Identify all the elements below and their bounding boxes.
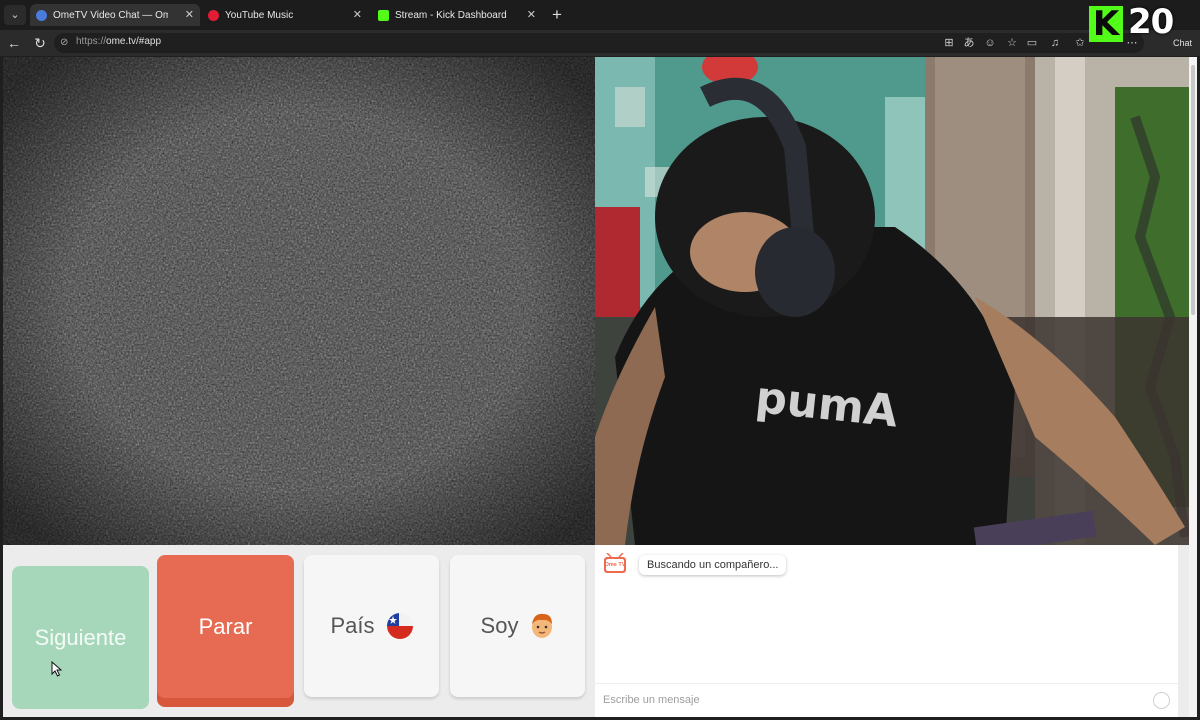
boy-emoji-icon — [530, 613, 554, 639]
stop-button[interactable]: Parar — [157, 555, 294, 698]
copilot-chat-button[interactable]: Chat — [1173, 38, 1192, 48]
kick-favicon-icon — [378, 9, 389, 21]
tab-title: YouTube Music — [225, 9, 294, 21]
svg-text:Ome TV: Ome TV — [605, 562, 626, 568]
stop-button-label: Parar — [198, 613, 253, 639]
viewer-counter: 20 — [1128, 2, 1174, 42]
page-scrollbar[interactable] — [1189, 57, 1197, 717]
favorite-star-icon[interactable]: ☆ — [1005, 36, 1019, 50]
media-icon[interactable]: ♫ — [1048, 36, 1062, 50]
chile-flag-icon — [386, 613, 413, 639]
next-button-label: Siguiente — [34, 624, 127, 650]
tab-kick-dashboard[interactable]: Stream - Kick Dashboard ✕ — [372, 4, 542, 26]
close-tab-icon[interactable]: ✕ — [353, 8, 362, 21]
chat-panel: Ome TV Buscando un compañero... Escribe … — [595, 545, 1178, 717]
back-icon[interactable]: ← — [5, 34, 23, 52]
tab-strip: ⌄ OmeTV Video Chat — Omegl ✕ YouTube Mus… — [0, 0, 1200, 30]
mouse-cursor-icon — [51, 661, 63, 677]
tab-menu-icon[interactable]: ⌄ — [4, 5, 26, 25]
smile-icon[interactable] — [1153, 692, 1170, 709]
scrollbar-thumb[interactable] — [1191, 65, 1195, 315]
tab-title: OmeTV Video Chat — Omegl — [53, 9, 168, 21]
tab-ometv[interactable]: OmeTV Video Chat — Omegl ✕ — [30, 4, 200, 26]
message-input-placeholder: Escribe un mensaje — [603, 694, 700, 706]
translate-icon[interactable]: あ — [962, 36, 976, 50]
ometv-page: pumA Siguiente Parar País Soy Ome TV Bus… — [3, 57, 1197, 717]
apps-icon[interactable]: ⊞ — [942, 36, 956, 50]
url-text: https://ome.tv/#app — [76, 36, 162, 47]
message-input[interactable]: Escribe un mensaje — [595, 683, 1178, 717]
lock-icon: ⊘ — [60, 37, 69, 48]
static-noise — [3, 57, 595, 545]
youtube-music-favicon-icon — [208, 9, 219, 21]
address-bar[interactable]: ⊘ https://ome.tv/#app — [54, 33, 1144, 53]
kick-logo: K — [1089, 6, 1123, 42]
reload-icon[interactable]: ↻ — [31, 34, 49, 52]
tab-title: Stream - Kick Dashboard — [395, 9, 507, 21]
next-button[interactable]: Siguiente — [12, 566, 149, 709]
address-toolbar: ← ↻ ⊘ https://ome.tv/#app ⊞ あ ☺ ☆ ▭ ♫ ✩ … — [0, 30, 1200, 56]
remote-video — [3, 57, 595, 545]
extensions-icon[interactable]: ☺ — [983, 36, 997, 50]
close-tab-icon[interactable]: ✕ — [527, 8, 536, 21]
favorites-icon[interactable]: ✩ — [1073, 36, 1087, 50]
webcam-person-image: pumA — [595, 57, 1197, 545]
new-tab-button[interactable]: + — [547, 5, 567, 25]
ometv-logo-icon: Ome TV — [604, 553, 626, 573]
country-button-label: País — [330, 613, 375, 638]
camera-icon[interactable]: ▭ — [1025, 36, 1039, 50]
country-button[interactable]: País — [304, 555, 439, 697]
tab-youtube-music[interactable]: YouTube Music ✕ — [202, 4, 368, 26]
status-message: Buscando un compañero... — [639, 555, 787, 575]
close-tab-icon[interactable]: ✕ — [185, 8, 194, 21]
gender-button[interactable]: Soy — [450, 555, 585, 697]
gender-button-label: Soy — [480, 613, 519, 638]
ometv-favicon-icon — [36, 9, 47, 21]
local-video: pumA — [595, 57, 1197, 545]
